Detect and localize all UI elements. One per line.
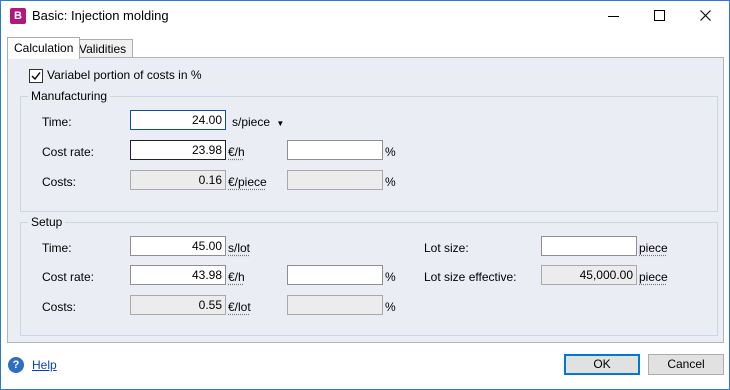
close-icon <box>700 10 711 21</box>
tab-validities[interactable]: Validities <box>72 39 134 58</box>
window-title: Basic: Injection molding <box>32 8 169 23</box>
mfg-time-unit: s/piece <box>232 115 271 129</box>
minimize-icon <box>608 16 619 17</box>
setup-cost-rate-percent-input[interactable] <box>287 265 383 285</box>
title-bar: B Basic: Injection molding <box>1 1 729 31</box>
lot-size-effective-label: Lot size effective: <box>424 270 517 284</box>
manufacturing-group-title: Manufacturing <box>28 89 111 103</box>
maximize-button[interactable] <box>637 1 683 31</box>
maximize-icon <box>654 10 665 21</box>
mfg-time-input[interactable]: 24.00 <box>130 110 226 130</box>
setup-costs-percent-sign: % <box>385 300 396 314</box>
setup-cost-rate-percent-sign: % <box>385 270 396 284</box>
variable-costs-checkbox[interactable] <box>29 69 43 83</box>
setup-cost-rate-input[interactable]: 43.98 <box>130 265 226 285</box>
app-icon: B <box>10 8 26 24</box>
mfg-cost-rate-label: Cost rate: <box>42 145 95 159</box>
mfg-time-label: Time: <box>42 115 72 129</box>
lot-size-label: Lot size: <box>424 241 469 255</box>
mfg-costs-value: 0.16 <box>130 170 226 190</box>
mfg-costs-percent-sign: % <box>385 175 396 189</box>
setup-time-label: Time: <box>42 241 72 255</box>
setup-cost-rate-label: Cost rate: <box>42 270 95 284</box>
mfg-cost-rate-unit: €/h <box>228 145 245 159</box>
mfg-cost-rate-percent-sign: % <box>385 145 396 159</box>
mfg-costs-percent-value <box>287 170 383 190</box>
mfg-time-unit-dropdown[interactable]: s/piece ▼ <box>232 115 284 129</box>
setup-time-input[interactable]: 45.00 <box>130 236 226 256</box>
mfg-cost-rate-input[interactable]: 23.98 <box>130 140 226 160</box>
ok-button[interactable]: OK <box>564 354 640 375</box>
calculation-panel: Variabel portion of costs in % Manufactu… <box>7 57 724 343</box>
setup-costs-label: Costs: <box>42 300 77 314</box>
mfg-cost-rate-percent-input[interactable] <box>287 140 383 160</box>
setup-costs-percent-value <box>287 295 383 315</box>
close-button[interactable] <box>683 1 729 31</box>
setup-cost-rate-unit: €/h <box>228 270 245 284</box>
lot-size-effective-value: 45,000.00 <box>541 265 637 285</box>
setup-costs-value: 0.55 <box>130 295 226 315</box>
minimize-button[interactable] <box>591 1 637 31</box>
cancel-button[interactable]: Cancel <box>648 354 724 375</box>
dialog-footer: ? Help OK Cancel <box>1 346 729 389</box>
lot-size-effective-unit: piece <box>639 270 668 284</box>
tab-calculation[interactable]: Calculation <box>7 37 81 59</box>
setup-group-title: Setup <box>28 215 66 229</box>
mfg-costs-unit: €/piece <box>228 175 267 189</box>
setup-time-unit: s/lot <box>228 241 251 255</box>
dialog-window: B Basic: Injection molding Calculation V… <box>0 0 730 390</box>
lot-size-unit: piece <box>639 241 668 255</box>
help-link[interactable]: Help <box>32 358 57 372</box>
setup-costs-unit: €/lot <box>228 300 251 314</box>
dropdown-arrow-icon: ▼ <box>276 119 285 128</box>
checkmark-icon <box>31 72 41 81</box>
help-icon[interactable]: ? <box>8 357 24 373</box>
lot-size-input[interactable] <box>541 236 637 256</box>
mfg-costs-label: Costs: <box>42 175 77 189</box>
variable-costs-label: Variabel portion of costs in % <box>47 68 202 82</box>
